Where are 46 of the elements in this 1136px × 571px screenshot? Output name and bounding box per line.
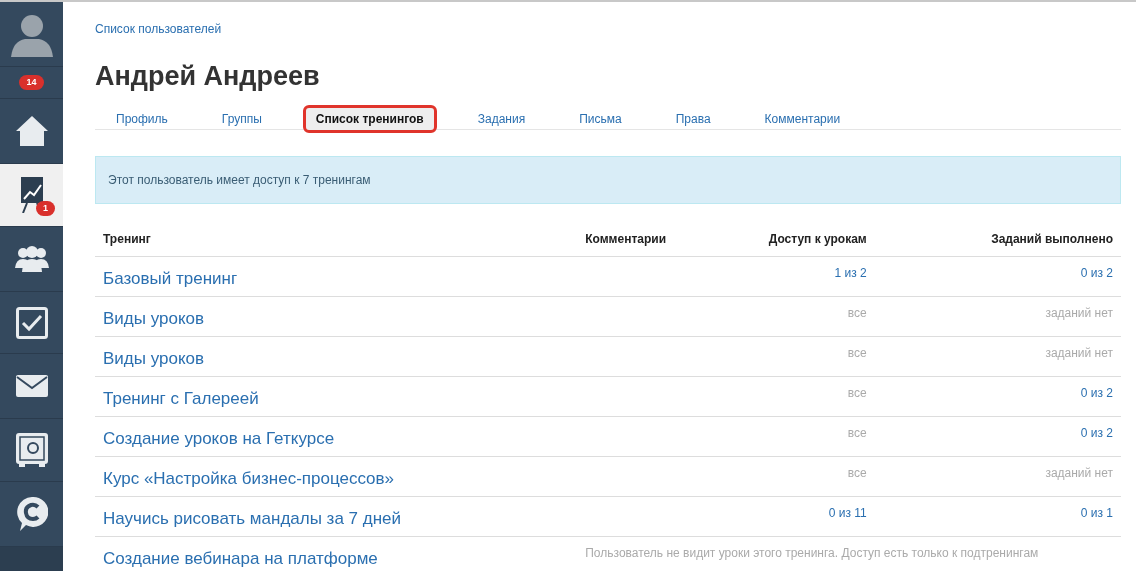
tab[interactable]: Список тренингов — [302, 104, 437, 133]
tab[interactable]: Права — [662, 104, 724, 133]
status-text: все — [847, 304, 867, 322]
notification-count: 1 — [36, 201, 55, 216]
column-header: Тренинг — [103, 231, 151, 246]
breadcrumb-link[interactable]: Список пользователей — [95, 22, 222, 36]
status-text: заданий нет — [1045, 464, 1113, 482]
count-link[interactable]: 0 из 2 — [1080, 263, 1113, 282]
access-note: Пользователь не видит уроки этого тренинга. Доступ есть только к подтренингам — [585, 544, 1039, 562]
info-alert: Этот пользователь имеет доступ к 7 тренингам — [95, 155, 1121, 204]
status-text: все — [847, 344, 867, 362]
tab[interactable]: Комментарии — [751, 104, 854, 133]
training-link[interactable]: Базовый тренинг — [103, 265, 238, 291]
status-text: все — [847, 424, 867, 442]
count-link[interactable]: 1 из 2 — [834, 263, 867, 282]
training-link[interactable]: Научись рисовать мандалы за 7 дней — [103, 505, 402, 531]
training-link[interactable]: Создание уроков на Геткурсе — [103, 425, 335, 451]
people-icon[interactable] — [14, 246, 49, 272]
tab[interactable]: Задания — [464, 104, 539, 133]
status-text: заданий нет — [1045, 304, 1113, 322]
tab[interactable]: Письма — [566, 104, 635, 133]
training-link[interactable]: Тренинг с Галереей — [103, 385, 259, 411]
count-link[interactable]: 0 из 2 — [1080, 423, 1113, 442]
page-title: Андрей Андреев — [95, 60, 321, 93]
chart-board-icon[interactable] — [18, 177, 45, 213]
status-text: все — [847, 464, 867, 482]
training-link[interactable]: Виды уроков — [103, 345, 205, 371]
notification-count: 14 — [19, 75, 44, 90]
status-text: заданий нет — [1045, 344, 1113, 362]
column-header: Доступ к урокам — [768, 231, 867, 246]
tab[interactable]: Профиль — [103, 104, 181, 133]
column-header: Заданий выполнено — [991, 231, 1113, 246]
count-link[interactable]: 0 из 1 — [1080, 503, 1113, 522]
status-text: все — [847, 384, 867, 402]
count-link[interactable]: 0 из 11 — [828, 503, 867, 522]
safe-icon[interactable] — [15, 433, 48, 467]
tab[interactable]: Группы — [208, 104, 275, 133]
count-link[interactable]: 0 из 2 — [1080, 383, 1113, 402]
training-link[interactable]: Виды уроков — [103, 305, 205, 331]
checkbox-icon[interactable] — [15, 306, 48, 339]
training-link[interactable]: Создание вебинара на платформе — [103, 545, 378, 571]
chat-logo-icon[interactable] — [15, 496, 48, 532]
mail-icon[interactable] — [15, 375, 48, 397]
training-link[interactable]: Курс «Настройка бизнес-процессов» — [103, 465, 395, 491]
column-header: Комментарии — [585, 231, 667, 246]
home-icon[interactable] — [14, 115, 49, 147]
